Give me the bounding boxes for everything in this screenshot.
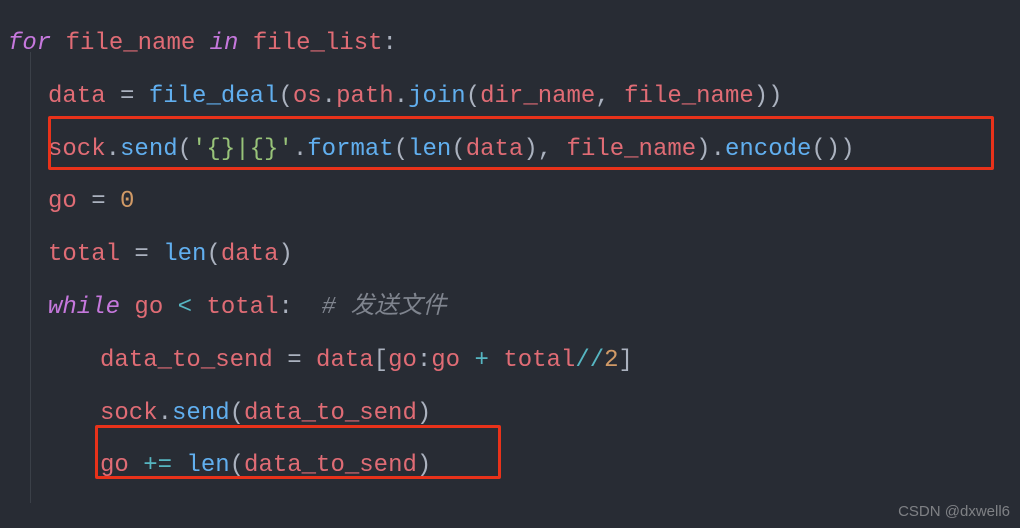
fn-send: send (172, 400, 230, 427)
fn-len: len (163, 241, 206, 268)
ident-total: total (206, 294, 278, 321)
keyword-for: for (8, 30, 51, 57)
ident-file-name: file_name (624, 83, 754, 110)
code-line-5: total = len(data) (8, 229, 1012, 282)
fn-file-deal: file_deal (149, 83, 279, 110)
ident-os: os (293, 83, 322, 110)
ident-data-to-send: data_to_send (244, 400, 417, 427)
ident-go: go (388, 347, 417, 374)
fn-len: len (186, 452, 229, 479)
op-floordiv: // (575, 347, 604, 374)
ident-data-to-send: data_to_send (100, 347, 273, 374)
ident-data: data (48, 83, 106, 110)
op-plus: + (460, 347, 503, 374)
ident-data: data (316, 347, 374, 374)
op-assign: = (106, 83, 149, 110)
op-assign: = (273, 347, 316, 374)
ident-go: go (48, 188, 77, 215)
ident-total: total (48, 241, 120, 268)
code-line-4: go = 0 (8, 176, 1012, 229)
ident-total: total (503, 347, 575, 374)
code-line-7: data_to_send = data[go:go + total//2] (8, 335, 1012, 388)
code-line-1: for file_name in file_list: (8, 18, 1012, 71)
watermark: CSDN @dxwell6 (898, 499, 1010, 525)
code-line-2: data = file_deal(os.path.join(dir_name, … (8, 71, 1012, 124)
code-line-6: while go < total: # 发送文件 (8, 282, 1012, 335)
code-block: for file_name in file_list: data = file_… (0, 0, 1020, 511)
ident-path: path (336, 83, 394, 110)
ident-sock: sock (48, 136, 106, 163)
fn-len: len (408, 136, 451, 163)
op-plus-eq: += (129, 452, 187, 479)
ident-go: go (431, 347, 460, 374)
code-line-9: go += len(data_to_send) (8, 440, 1012, 493)
ident-go: go (100, 452, 129, 479)
op-lt: < (163, 294, 206, 321)
code-line-3: sock.send('{}|{}'.format(len(data), file… (8, 124, 1012, 177)
fn-encode: encode (725, 136, 811, 163)
ident-file-name: file_name (567, 136, 697, 163)
op-assign: = (77, 188, 120, 215)
code-line-8: sock.send(data_to_send) (8, 388, 1012, 441)
ident-sock: sock (100, 400, 158, 427)
fn-send: send (120, 136, 178, 163)
colon: : (383, 30, 397, 57)
ident-file-list: file_list (253, 30, 383, 57)
fn-format: format (307, 136, 393, 163)
fn-join: join (408, 83, 466, 110)
number-zero: 0 (120, 188, 134, 215)
ident-data: data (466, 136, 524, 163)
op-assign: = (120, 241, 163, 268)
ident-file-name: file_name (66, 30, 196, 57)
number-two: 2 (604, 347, 618, 374)
keyword-while: while (48, 294, 120, 321)
comment: # 发送文件 (293, 294, 447, 321)
ident-data-to-send: data_to_send (244, 452, 417, 479)
string-literal: '{}|{}' (192, 136, 293, 163)
ident-dir-name: dir_name (480, 83, 595, 110)
ident-go: go (134, 294, 163, 321)
keyword-in: in (210, 30, 239, 57)
ident-data: data (221, 241, 279, 268)
